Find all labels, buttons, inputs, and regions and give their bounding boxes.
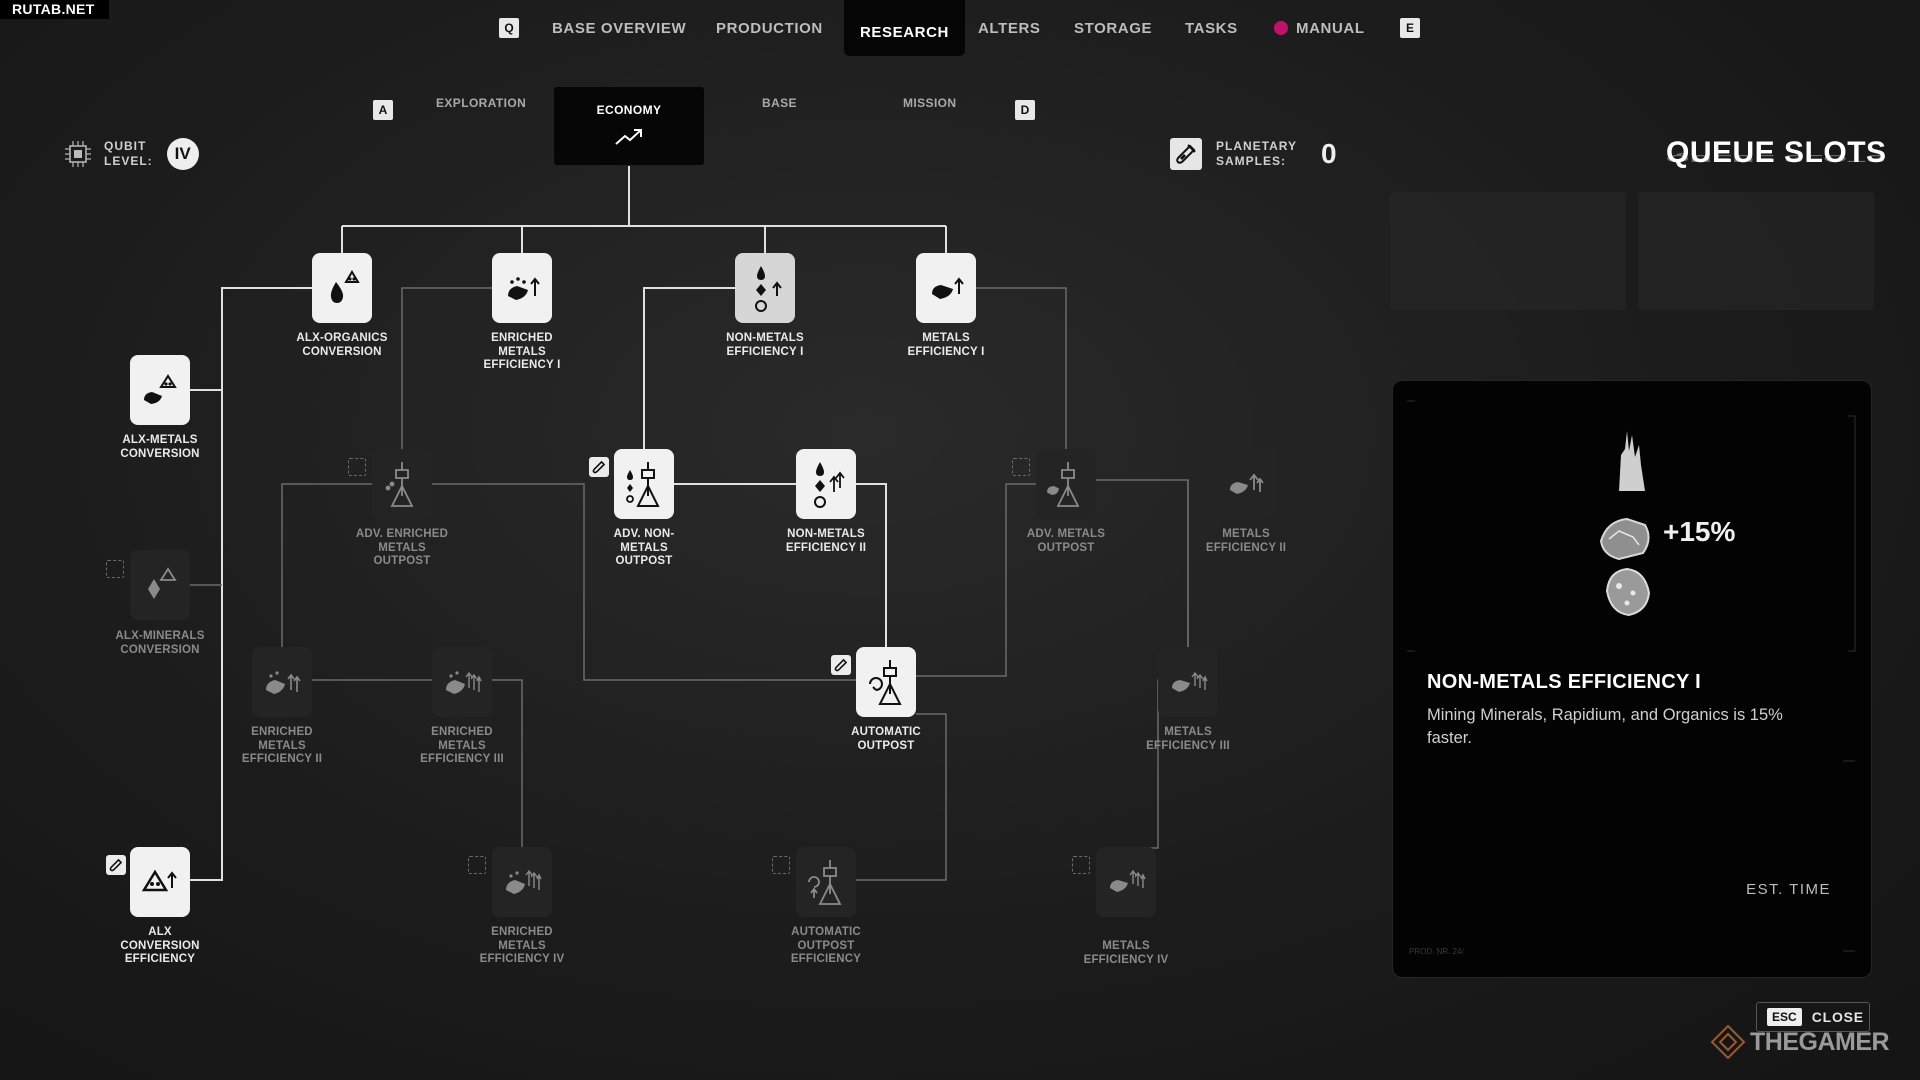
node-label-enriched-4: ENRICHED METALS EFFICIENCY IV bbox=[479, 926, 565, 965]
node-label-alx-organics: ALX-ORGANICS CONVERSION bbox=[296, 332, 388, 358]
metal-ore-icon bbox=[1110, 869, 1146, 892]
node-label-alx-conversion-efficiency: ALX CONVERSION EFFICIENCY bbox=[120, 926, 200, 965]
est-time-label: EST. TIME bbox=[1746, 881, 1831, 898]
node-label-adv-non-metals: ADV. NON- METALS OUTPOST bbox=[613, 528, 675, 567]
close-label: CLOSE bbox=[1811, 1009, 1864, 1025]
sample-slot-empty bbox=[772, 856, 790, 874]
node-non-metals-efficiency-1[interactable] bbox=[735, 253, 795, 323]
sample-slot-empty bbox=[1072, 856, 1090, 874]
research-title: NON-METALS EFFICIENCY I bbox=[1427, 671, 1701, 693]
node-enriched-metals-efficiency-4[interactable] bbox=[492, 847, 552, 917]
auto-outpost-icon bbox=[869, 660, 902, 705]
minerals-stack-icon bbox=[755, 266, 782, 312]
metal-ore-icon bbox=[1230, 473, 1264, 494]
brand-name: THEGAMER bbox=[1750, 1027, 1890, 1056]
enriched-ore-icon bbox=[266, 671, 301, 694]
node-label-adv-enriched: ADV. ENRICHED METALS OUTPOST bbox=[355, 528, 449, 567]
node-label-alx-minerals: ALX-MINERALS CONVERSION bbox=[115, 630, 205, 656]
sample-requirement-badge bbox=[106, 855, 126, 875]
node-alx-metals-conversion[interactable] bbox=[130, 355, 190, 425]
node-metals-efficiency-1[interactable] bbox=[916, 253, 976, 323]
node-label-automatic-outpost: AUTOMATIC OUTPOST bbox=[851, 726, 921, 752]
sample-vial-icon bbox=[109, 858, 123, 872]
enriched-ore-icon bbox=[508, 277, 540, 300]
bonus-percentage: +15% bbox=[1663, 516, 1736, 547]
node-label-adv-metals: ADV. METALS OUTPOST bbox=[1026, 528, 1106, 554]
sample-slot-empty bbox=[1012, 458, 1030, 476]
node-enriched-metals-efficiency-2[interactable] bbox=[252, 647, 312, 717]
brand-logo-icon bbox=[1710, 1024, 1746, 1060]
sample-vial-icon bbox=[592, 460, 606, 474]
node-non-metals-efficiency-2[interactable] bbox=[796, 449, 856, 519]
node-alx-minerals-conversion[interactable] bbox=[130, 550, 190, 620]
node-label-metals-4: METALS EFFICIENCY IV bbox=[1083, 940, 1169, 966]
node-label-enriched-1: ENRICHED METALS EFFICIENCY I bbox=[483, 332, 561, 371]
sample-requirement-badge bbox=[831, 655, 851, 675]
node-metals-efficiency-4[interactable] bbox=[1096, 847, 1156, 917]
research-description: Mining Minerals, Rapidium, and Organics … bbox=[1427, 706, 1783, 747]
node-metals-efficiency-2[interactable] bbox=[1216, 449, 1276, 519]
sample-vial-icon bbox=[834, 658, 848, 672]
node-adv-non-metals-outpost[interactable] bbox=[614, 449, 674, 519]
node-label-metals-2: METALS EFFICIENCY II bbox=[1205, 528, 1287, 554]
node-enriched-metals-efficiency-1[interactable] bbox=[492, 253, 552, 323]
node-label-non-metals-1: NON-METALS EFFICIENCY I bbox=[726, 332, 804, 358]
sample-slot-empty bbox=[468, 856, 486, 874]
node-label-metals-1: METALS EFFICIENCY I bbox=[907, 332, 985, 358]
prod-code: PROD. NR. 24/ bbox=[1409, 947, 1464, 956]
sample-requirement-badge bbox=[589, 457, 609, 477]
research-detail-panel: +15% NON-METALS EFFICIENCY I Mining Mine… bbox=[1392, 380, 1872, 978]
node-label-metals-3: METALS EFFICIENCY III bbox=[1146, 726, 1230, 752]
node-label-non-metals-2: NON-METALS EFFICIENCY II bbox=[785, 528, 867, 554]
node-label-automatic-outpost-efficiency: AUTOMATIC OUTPOST EFFICIENCY bbox=[790, 926, 862, 965]
metal-ore-icon bbox=[932, 277, 964, 299]
node-alx-conversion-efficiency[interactable] bbox=[130, 847, 190, 917]
node-label-enriched-3: ENRICHED METALS EFFICIENCY III bbox=[420, 726, 504, 765]
drill-outpost-icon bbox=[626, 462, 660, 507]
node-adv-enriched-metals-outpost[interactable] bbox=[372, 449, 432, 519]
node-metals-efficiency-3[interactable] bbox=[1158, 647, 1218, 717]
mineral-alx-icon bbox=[148, 567, 177, 599]
node-label-enriched-2: ENRICHED METALS EFFICIENCY II bbox=[241, 726, 323, 765]
drill-outpost-icon bbox=[385, 462, 414, 507]
node-automatic-outpost-efficiency[interactable] bbox=[796, 847, 856, 917]
alx-efficiency-icon bbox=[141, 869, 177, 892]
metal-alx-icon bbox=[144, 374, 177, 404]
drill-outpost-icon bbox=[1047, 462, 1080, 507]
node-adv-metals-outpost[interactable] bbox=[1036, 449, 1096, 519]
minerals-stack-icon bbox=[814, 462, 845, 508]
drop-alx-icon bbox=[330, 270, 360, 303]
node-label-alx-metals: ALX-METALS CONVERSION bbox=[120, 434, 200, 460]
node-automatic-outpost[interactable] bbox=[856, 647, 916, 717]
metal-ore-icon bbox=[1172, 671, 1208, 692]
node-enriched-metals-efficiency-3[interactable] bbox=[432, 647, 492, 717]
brand-watermark: THEGAMER bbox=[1710, 1024, 1890, 1060]
enriched-ore-icon bbox=[506, 869, 542, 894]
enriched-ore-icon bbox=[446, 671, 482, 694]
auto-outpost-icon bbox=[808, 860, 842, 905]
sample-slot-empty bbox=[348, 458, 366, 476]
sample-slot-empty bbox=[106, 560, 124, 578]
node-alx-organics-conversion[interactable] bbox=[312, 253, 372, 323]
